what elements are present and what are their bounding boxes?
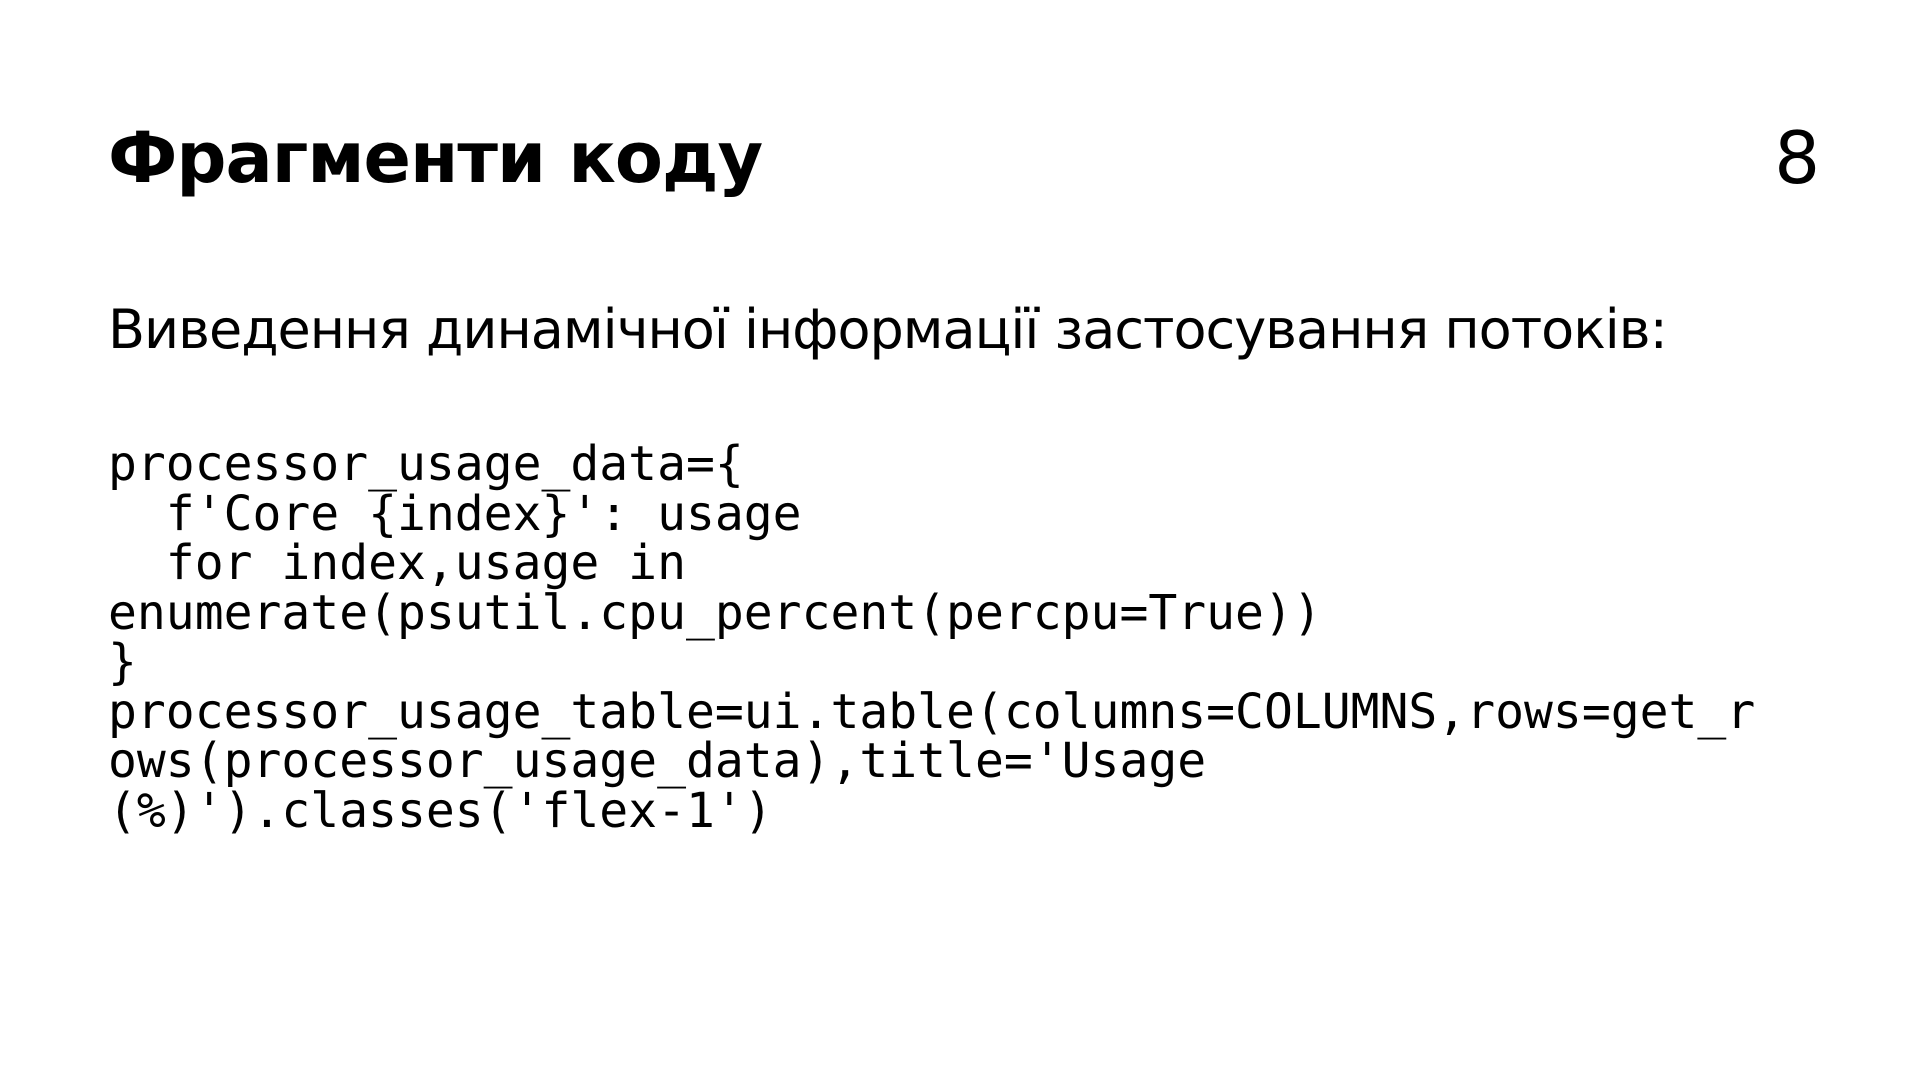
- slide-title: Фрагменти коду: [108, 117, 763, 199]
- code-line: for index,usage in: [108, 535, 686, 591]
- code-line: processor_usage_table=ui.table(columns=C…: [108, 683, 1756, 740]
- code-line: (%)').classes('flex-1'): [108, 782, 773, 839]
- code-block: processor_usage_data={ f'Core {index}': …: [108, 436, 1828, 839]
- code-line: ows(processor_usage_data),title='Usage: [108, 733, 1207, 789]
- code-line: enumerate(psutil.cpu_percent(percpu=True…: [108, 584, 1322, 641]
- code-line: processor_usage_data={: [108, 436, 744, 492]
- code-line: }: [108, 634, 137, 690]
- slide-subtitle: Виведення динамічної інформації застосув…: [108, 298, 1668, 361]
- page-number: 8: [1774, 116, 1820, 200]
- code-line: f'Core {index}': usage: [108, 485, 802, 542]
- slide: Фрагменти коду 8 Виведення динамічної ін…: [0, 0, 1920, 1080]
